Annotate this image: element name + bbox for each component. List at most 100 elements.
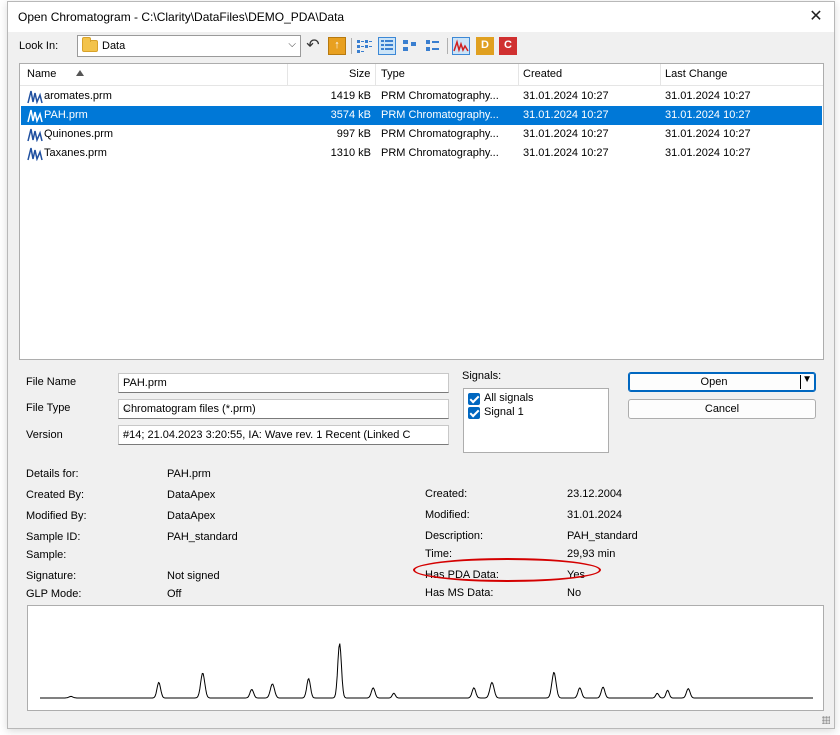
- version-label: Version: [26, 429, 63, 441]
- chromatogram-chart: [40, 643, 813, 699]
- file-name-label: File Name: [26, 376, 77, 388]
- detail-label: Created:: [425, 488, 468, 500]
- file-last-change: 31.01.2024 10:27: [665, 90, 751, 102]
- d-icon[interactable]: D: [476, 37, 494, 55]
- column-header-created[interactable]: Created: [523, 68, 562, 80]
- chromatogram-trace: [40, 643, 813, 699]
- detail-value: DataApex: [167, 489, 216, 501]
- signal-item-label: Signal 1: [484, 406, 524, 418]
- file-size: 1310 kB: [330, 147, 371, 159]
- checkbox-checked-icon[interactable]: [468, 407, 480, 419]
- open-chromatogram-dialog: Open Chromatogram - C:\Clarity\DataFiles…: [7, 1, 835, 729]
- chromatogram-preview: [27, 605, 824, 711]
- file-created: 31.01.2024 10:27: [523, 109, 609, 121]
- file-type-label: File Type: [26, 402, 71, 414]
- file-row[interactable]: Taxanes.prm 1310 kB PRM Chromatography... 3…: [21, 144, 822, 163]
- detail-label: Has MS Data:: [425, 587, 494, 599]
- look-in-value: Data: [102, 40, 126, 52]
- detail-label: Signature:: [26, 570, 77, 582]
- resize-grip[interactable]: [822, 716, 830, 724]
- look-in-dropdown[interactable]: Data ⌵: [77, 35, 301, 57]
- detail-value: 23.12.2004: [567, 488, 623, 500]
- file-name: PAH.prm: [44, 109, 88, 121]
- detail-value: DataApex: [167, 510, 216, 522]
- tiles-view-icon[interactable]: [424, 37, 442, 55]
- column-header-last-change[interactable]: Last Change: [665, 68, 727, 80]
- file-size: 3574 kB: [330, 109, 371, 121]
- file-name: aromates.prm: [44, 90, 112, 102]
- chromatogram-icon[interactable]: [452, 37, 470, 55]
- c-icon[interactable]: C: [499, 37, 517, 55]
- file-list[interactable]: Name Size Type Created Last Change aroma…: [19, 63, 824, 360]
- column-divider[interactable]: [287, 64, 288, 86]
- up-folder-icon[interactable]: ↑: [328, 37, 346, 55]
- file-size: 1419 kB: [330, 90, 371, 102]
- window-title: Open Chromatogram - C:\Clarity\DataFiles…: [18, 10, 345, 24]
- file-created: 31.01.2024 10:27: [523, 90, 609, 102]
- file-type-dropdown[interactable]: Chromatogram files (*.prm) ⌵: [118, 399, 449, 419]
- file-last-change: 31.01.2024 10:27: [665, 147, 751, 159]
- column-divider[interactable]: [660, 64, 661, 86]
- highlight-ellipse: [413, 558, 601, 582]
- column-header-name[interactable]: Name: [27, 68, 56, 80]
- toolbar-separator: [351, 38, 352, 54]
- file-size: 997 kB: [336, 128, 371, 140]
- detail-label: Sample:: [26, 549, 67, 561]
- column-header-type[interactable]: Type: [381, 68, 405, 80]
- signal-item-label: All signals: [484, 392, 534, 404]
- file-last-change: 31.01.2024 10:27: [665, 128, 751, 140]
- look-in-label: Look In:: [19, 40, 59, 52]
- detail-value: Not signed: [167, 570, 220, 582]
- back-icon[interactable]: ↶: [304, 37, 322, 55]
- file-type: PRM Chromatography...: [381, 90, 499, 102]
- chromatogram-file-icon: [27, 147, 43, 161]
- detail-label: GLP Mode:: [26, 588, 82, 600]
- title-bar: Open Chromatogram - C:\Clarity\DataFiles…: [8, 2, 834, 32]
- column-divider[interactable]: [375, 64, 376, 86]
- toolbar-separator: [447, 38, 448, 54]
- thumbnails-view-icon[interactable]: [401, 37, 419, 55]
- file-name-value: PAH.prm: [123, 377, 167, 389]
- detail-label: Sample ID:: [26, 531, 81, 543]
- chevron-down-icon: ⌵: [123, 429, 131, 440]
- signals-list[interactable]: All signals Signal 1: [463, 388, 609, 453]
- file-type: PRM Chromatography...: [381, 147, 499, 159]
- file-type: PRM Chromatography...: [381, 109, 499, 121]
- checkbox-checked-icon[interactable]: [468, 393, 480, 405]
- chevron-down-icon: ⌵: [288, 39, 296, 50]
- file-row[interactable]: aromates.prm 1419 kB PRM Chromatography...…: [21, 87, 822, 106]
- folder-icon: [82, 37, 98, 52]
- column-header-size[interactable]: Size: [349, 68, 370, 80]
- detail-value: PAH_standard: [567, 530, 638, 542]
- detail-label: Modified By:: [26, 510, 87, 522]
- detail-label: Time:: [425, 548, 453, 560]
- file-name: Taxanes.prm: [44, 147, 107, 159]
- details-view-icon[interactable]: [378, 37, 396, 55]
- dropdown-arrow-icon[interactable]: ▼: [802, 374, 812, 385]
- file-list-header: Name Size Type Created Last Change: [20, 64, 823, 86]
- detail-value: 29,93 min: [567, 548, 616, 560]
- detail-label: Details for:: [26, 468, 79, 480]
- signals-label: Signals:: [462, 370, 502, 382]
- detail-value: 31.01.2024: [567, 509, 623, 521]
- detail-value: PAH_standard: [167, 531, 238, 543]
- cancel-button[interactable]: Cancel: [628, 399, 816, 419]
- file-last-change: 31.01.2024 10:27: [665, 109, 751, 121]
- file-row[interactable]: PAH.prm 3574 kB PRM Chromatography... 31.01…: [21, 106, 822, 125]
- version-dropdown[interactable]: #14; 21.04.2023 3:20:55, IA: Wave rev. 1…: [118, 425, 449, 445]
- sort-ascending-icon: [76, 70, 84, 76]
- close-icon[interactable]: ✕: [804, 5, 828, 29]
- split-divider: [800, 375, 801, 389]
- list-view-icon[interactable]: [355, 37, 373, 55]
- file-row[interactable]: Quinones.prm 997 kB PRM Chromatography... 3…: [21, 125, 822, 144]
- file-name-field[interactable]: PAH.prm: [118, 373, 449, 393]
- chevron-down-icon: ⌵: [123, 403, 131, 414]
- detail-value: PAH.prm: [167, 468, 211, 480]
- chromatogram-file-icon: [27, 128, 43, 142]
- file-type: PRM Chromatography...: [381, 128, 499, 140]
- open-button-label: Open: [700, 376, 728, 388]
- detail-value: Off: [167, 588, 182, 600]
- column-divider[interactable]: [518, 64, 519, 86]
- open-button[interactable]: Open ▼: [628, 372, 816, 392]
- detail-label: Description:: [425, 530, 484, 542]
